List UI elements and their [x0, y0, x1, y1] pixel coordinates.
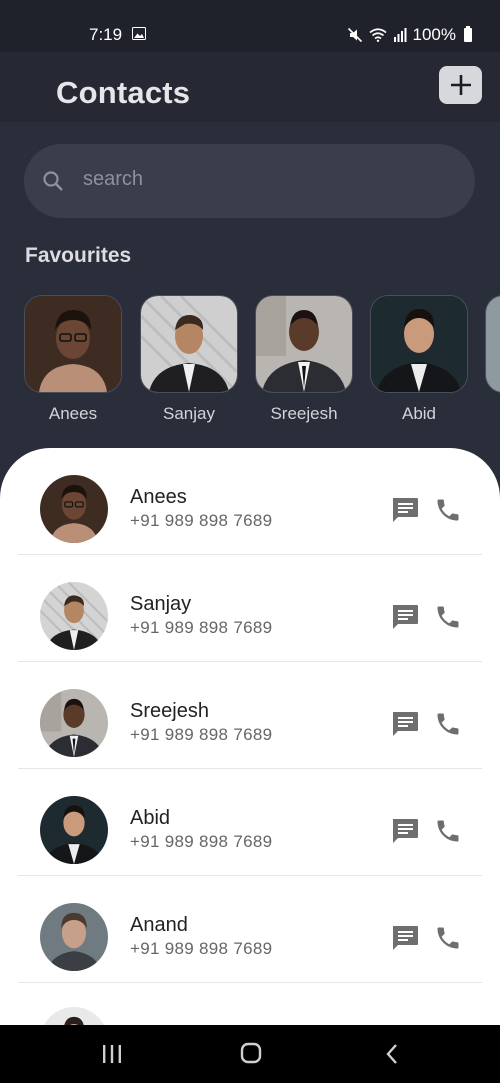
phone-icon[interactable] [434, 710, 462, 738]
message-icon[interactable] [390, 603, 420, 631]
status-icons: 100% [347, 25, 472, 45]
message-icon[interactable] [390, 496, 420, 524]
image-icon [132, 27, 146, 40]
contact-name: Sreejesh [130, 700, 209, 722]
favourite-photo [370, 295, 468, 393]
contact-phone: +91 989 898 7689 [130, 725, 273, 744]
favourite-name: Sanjay [163, 404, 215, 423]
system-nav-bar [0, 1025, 500, 1083]
contact-row[interactable] [18, 983, 482, 1025]
plus-icon [450, 75, 471, 95]
favourite-photo [24, 295, 122, 393]
favourites-list: Anees Sanjay Sreejesh Abid [24, 295, 500, 435]
phone-icon[interactable] [434, 603, 462, 631]
back-icon[interactable] [384, 1043, 400, 1065]
contact-phone: +91 989 898 7689 [130, 939, 273, 958]
favourite-photo [140, 295, 238, 393]
page-title: Contacts [56, 75, 191, 110]
phone-icon[interactable] [434, 924, 462, 952]
favourite-item[interactable]: Anees [24, 295, 122, 424]
contact-name: Anand [130, 914, 188, 936]
search-icon [43, 171, 63, 191]
contact-name: Abid [130, 807, 171, 829]
phone-icon[interactable] [434, 817, 462, 845]
signal-icon [393, 28, 407, 42]
battery-icon [464, 26, 472, 42]
favourite-item[interactable] [485, 295, 500, 393]
contact-name: Anees [130, 486, 187, 508]
contact-row[interactable]: Anand +91 989 898 7689 [18, 876, 482, 983]
message-icon[interactable] [390, 924, 420, 952]
battery-percent: 100% [412, 25, 456, 44]
favourite-item[interactable]: Sanjay [140, 295, 238, 424]
avatar [40, 582, 108, 650]
avatar [40, 475, 108, 543]
status-bar: 7:19 100% [0, 0, 500, 52]
avatar [40, 689, 108, 757]
favourite-item[interactable]: Sreejesh [255, 295, 353, 424]
contact-row[interactable]: Sanjay +91 989 898 7689 [18, 555, 482, 662]
search-placeholder: search [83, 168, 144, 190]
avatar [40, 903, 108, 971]
status-time: 7:19 [89, 25, 123, 44]
message-icon[interactable] [390, 817, 420, 845]
contact-phone: +91 989 898 7689 [130, 832, 273, 851]
message-icon[interactable] [390, 710, 420, 738]
contact-row[interactable]: Abid +91 989 898 7689 [18, 769, 482, 876]
contact-row[interactable]: Sreejesh +91 989 898 7689 [18, 662, 482, 769]
recents-icon[interactable] [101, 1043, 123, 1065]
favourite-name: Anees [48, 404, 98, 423]
mute-icon [347, 27, 362, 43]
favourite-name: Abid [401, 404, 437, 423]
contact-name: Sanjay [130, 593, 192, 615]
add-contact-button[interactable] [439, 66, 482, 104]
contact-phone: +91 989 898 7689 [130, 618, 273, 637]
contact-phone: +91 989 898 7689 [130, 511, 273, 530]
favourite-photo [255, 295, 353, 393]
avatar [40, 1007, 108, 1025]
favourite-item[interactable]: Abid [370, 295, 468, 424]
contacts-list: Anees +91 989 898 7689 Sanjay +91 989 89… [0, 448, 500, 1025]
favourite-name: Sreejesh [270, 404, 338, 423]
wifi-icon [368, 28, 387, 42]
avatar [40, 796, 108, 864]
favourites-title: Favourites [25, 244, 132, 267]
home-icon[interactable] [240, 1042, 262, 1064]
search-input[interactable]: search [24, 144, 475, 218]
phone-icon[interactable] [434, 496, 462, 524]
favourite-photo [485, 295, 500, 393]
contact-row[interactable]: Anees +91 989 898 7689 [18, 448, 482, 555]
